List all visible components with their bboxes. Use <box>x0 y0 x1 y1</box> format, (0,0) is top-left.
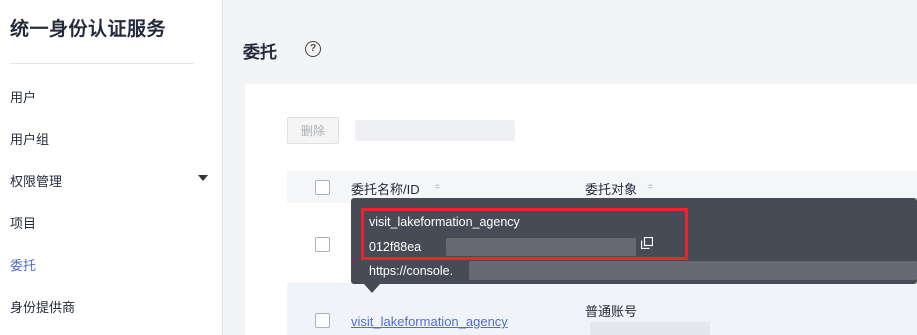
sidebar-item-permissions[interactable]: 权限管理 <box>10 170 210 190</box>
sidebar-item-label: 身份提供商 <box>10 299 76 315</box>
sidebar: 统一身份认证服务 用户 用户组 权限管理 项目 委托 身份提供商 <box>0 0 223 335</box>
tooltip-arrow <box>364 284 380 293</box>
column-header-object[interactable]: 委托对象 <box>585 179 637 198</box>
row-checkbox[interactable] <box>315 237 330 252</box>
page-title: 委托 <box>243 43 277 62</box>
sort-icon[interactable]: ≑ <box>647 183 654 191</box>
row-checkbox[interactable] <box>315 313 330 328</box>
agency-object-cell: 普通账号 <box>585 304 638 319</box>
sidebar-item-label: 项目 <box>10 215 37 231</box>
agency-name-link[interactable]: visit_lakeformation_agency <box>351 314 508 329</box>
sidebar-item-agencies[interactable]: 委托 <box>10 254 210 274</box>
caret-down-icon <box>198 175 208 181</box>
sidebar-item-label: 委托 <box>10 257 37 273</box>
redacted-url <box>469 261 917 280</box>
sidebar-item-projects[interactable]: 项目 <box>10 212 210 232</box>
sidebar-item-label: 用户 <box>10 89 37 105</box>
redacted-cell <box>590 322 710 335</box>
sidebar-item-user-groups[interactable]: 用户组 <box>10 128 210 148</box>
redacted-toolbar-info <box>355 120 515 141</box>
sidebar-divider <box>10 63 194 64</box>
select-all-checkbox[interactable] <box>315 180 330 195</box>
column-header-name-id[interactable]: 委托名称/ID <box>351 179 420 198</box>
tooltip-url: https://console. <box>369 264 454 278</box>
sidebar-item-label: 权限管理 <box>10 173 63 189</box>
sidebar-title: 统一身份认证服务 <box>10 19 167 40</box>
table-row[interactable]: visit_lakeformation_agency 普通账号 <box>287 284 917 335</box>
highlight-box <box>361 208 688 260</box>
help-icon[interactable]: ? <box>305 41 321 57</box>
main-content: 委托 ? 删除 委托名称/ID ≑ 委托对象 ≑ visit_lakeforma… <box>223 0 917 335</box>
delete-button[interactable]: 删除 <box>287 117 339 144</box>
sidebar-item-identity-providers[interactable]: 身份提供商 <box>10 296 210 316</box>
sidebar-item-label: 用户组 <box>10 131 50 147</box>
sort-icon[interactable]: ≑ <box>434 183 441 191</box>
sidebar-item-users[interactable]: 用户 <box>10 86 210 106</box>
